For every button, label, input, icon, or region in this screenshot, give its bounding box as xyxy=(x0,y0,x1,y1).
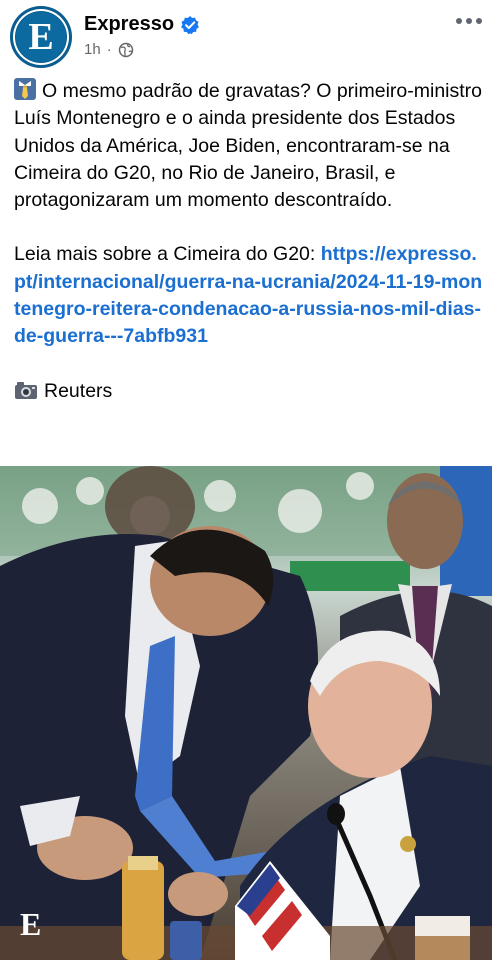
post-timestamp[interactable]: 1h xyxy=(84,41,101,58)
avatar-logo: E xyxy=(16,12,66,62)
verified-badge-icon xyxy=(181,15,199,34)
photo-credit-line: Reuters xyxy=(14,378,484,405)
more-dot-icon xyxy=(466,18,472,24)
page-name[interactable]: Expresso xyxy=(84,13,174,36)
name-row: Expresso xyxy=(84,13,200,36)
page-avatar[interactable]: E xyxy=(10,6,72,68)
post-photo[interactable]: E xyxy=(0,466,492,960)
post-meta: 1h · xyxy=(84,41,134,58)
meta-separator: · xyxy=(106,41,112,58)
post-paragraph-1: O mesmo padrão de gravatas? O primeiro-m… xyxy=(14,78,484,214)
photo-credit: Reuters xyxy=(44,379,113,402)
post-paragraph-2: Leia mais sobre a Cimeira do G20: https:… xyxy=(14,241,484,350)
post-header: E Expresso 1h · xyxy=(0,0,492,76)
read-more-label: Leia mais sobre a Cimeira do G20: xyxy=(14,243,321,266)
post-body: O mesmo padrão de gravatas? O primeiro-m… xyxy=(14,78,484,405)
photo-illustration xyxy=(0,466,492,960)
necktie-icon xyxy=(14,78,36,100)
more-options-button[interactable] xyxy=(456,18,482,24)
globe-icon xyxy=(118,42,133,57)
post-paragraph-1-text: O mesmo padrão de gravatas? O primeiro-m… xyxy=(14,80,482,212)
expresso-watermark: E xyxy=(20,906,42,942)
more-dot-icon xyxy=(456,18,462,24)
more-dot-icon xyxy=(476,18,482,24)
camera-icon xyxy=(15,381,37,399)
